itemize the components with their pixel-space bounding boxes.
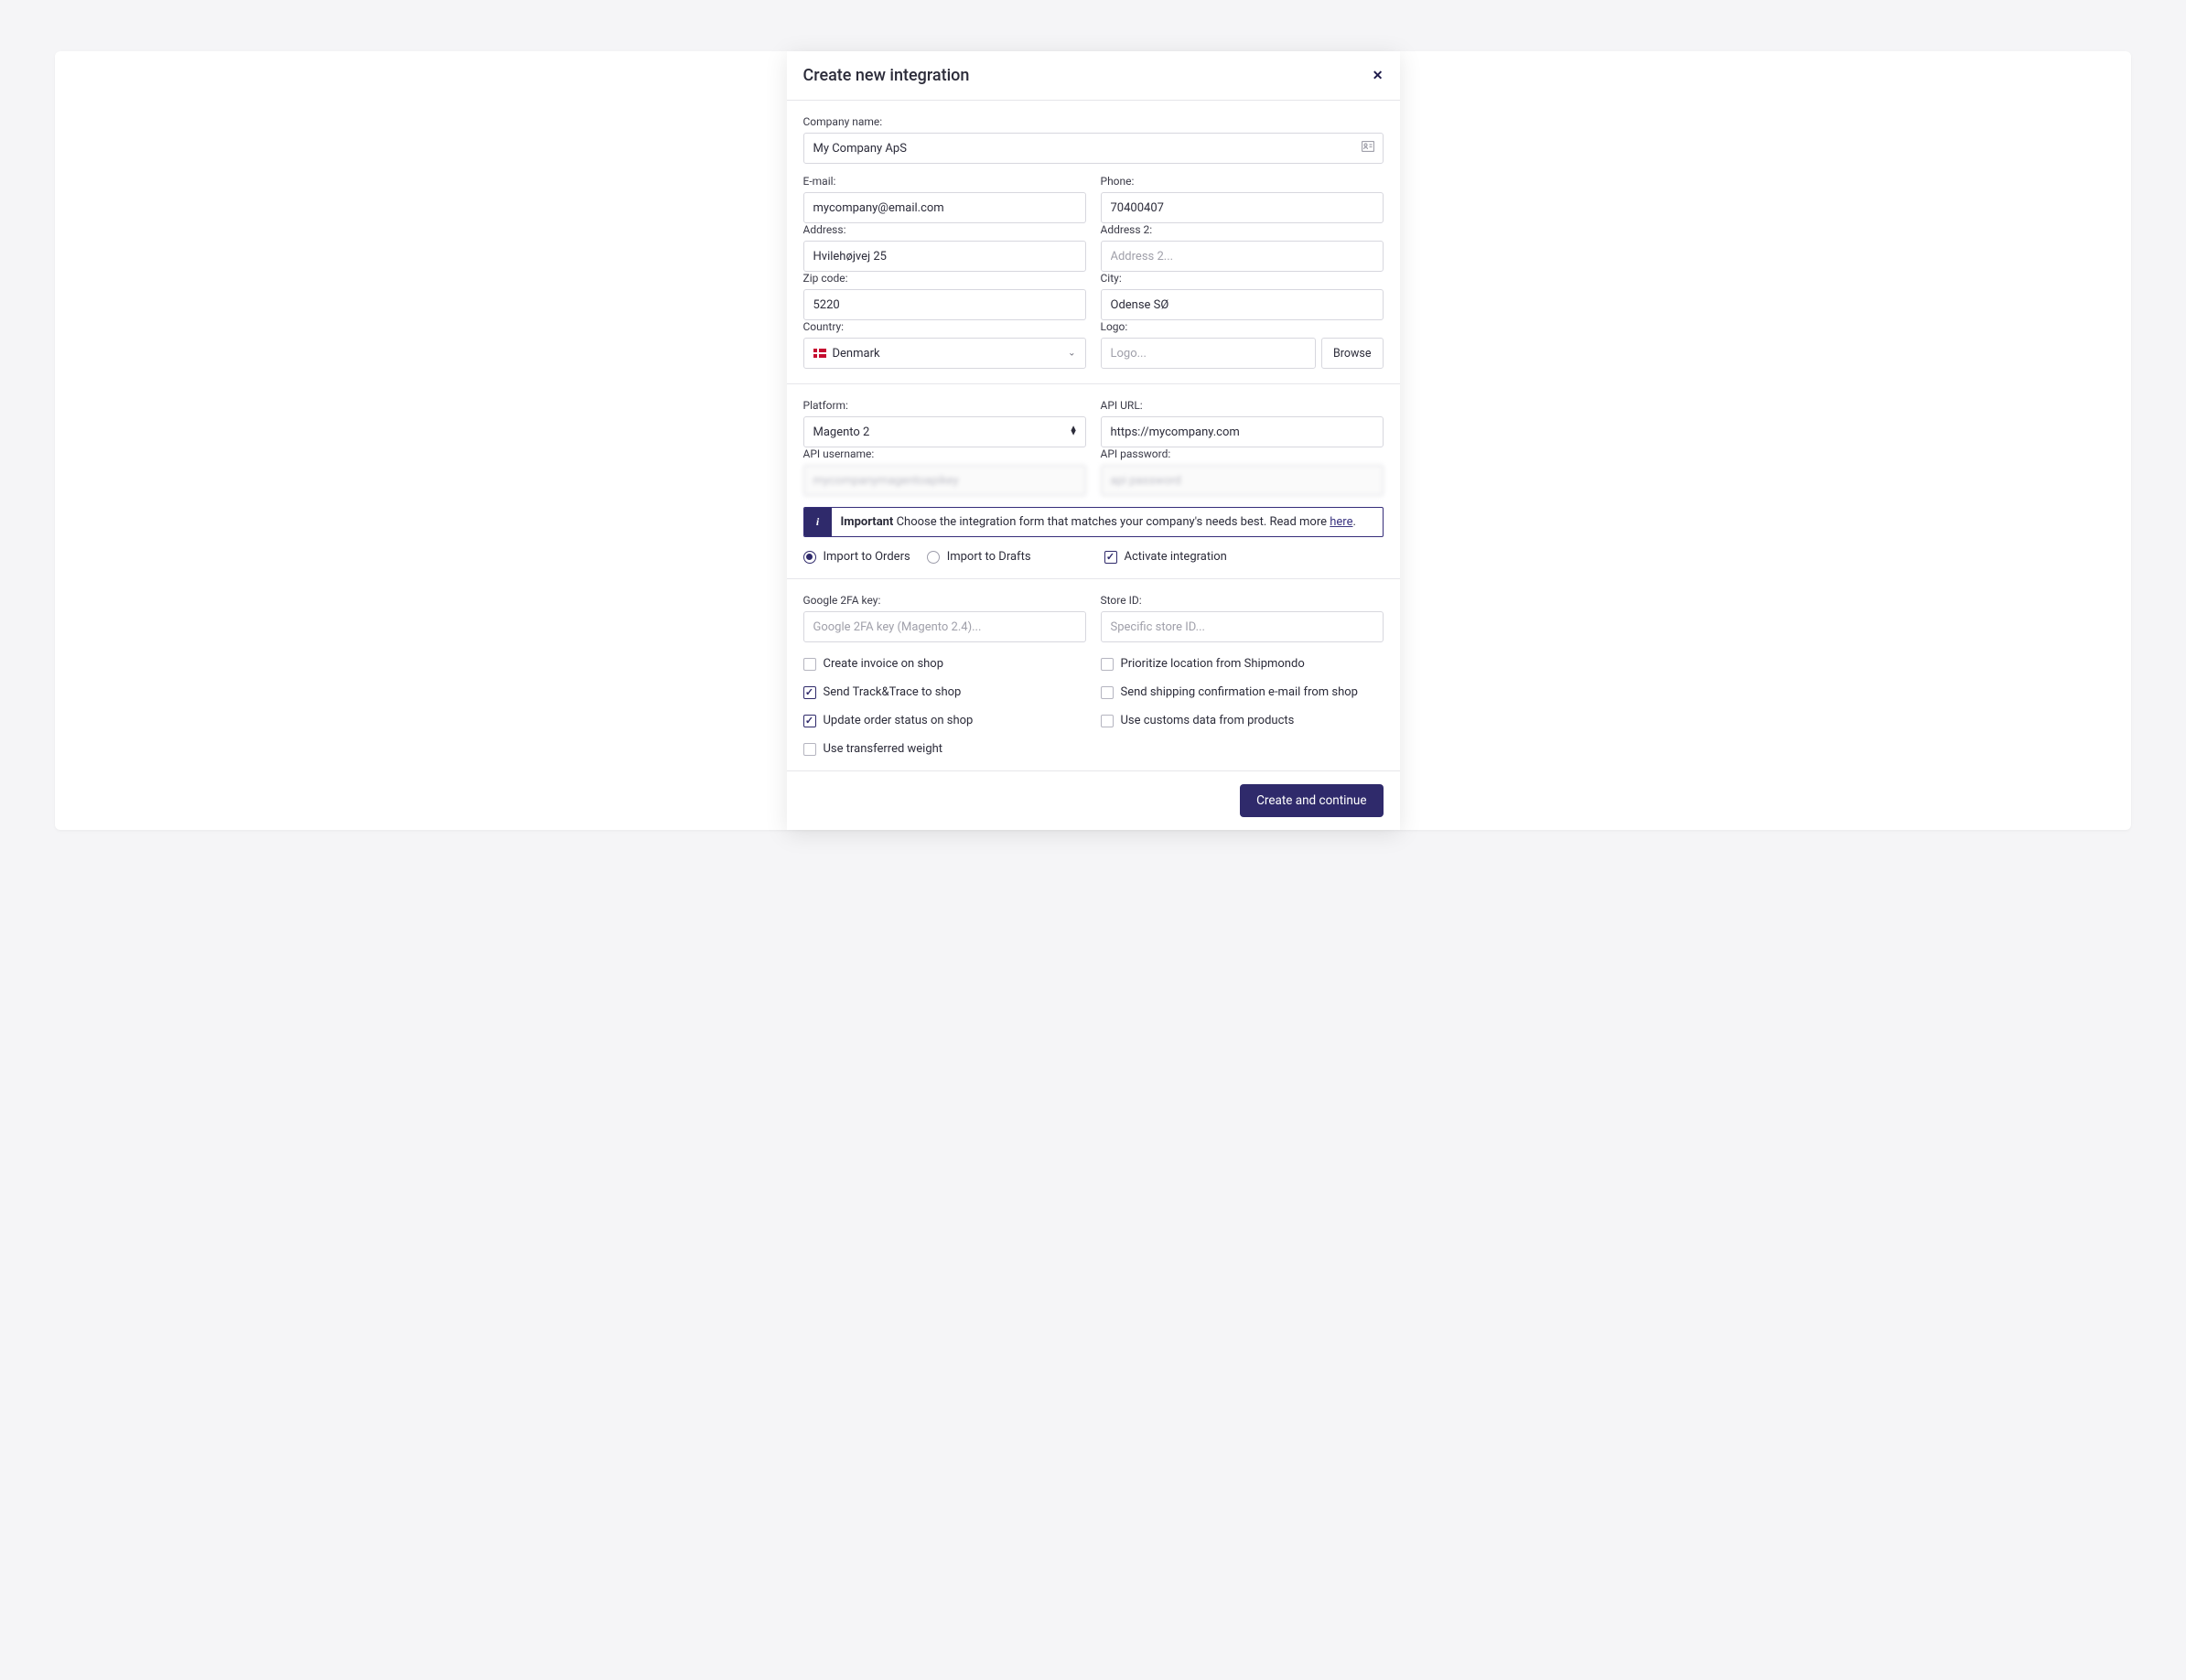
company-section: Company name: <box>787 101 1400 384</box>
store-id-input[interactable] <box>1101 611 1384 642</box>
city-label: City: <box>1101 272 1384 285</box>
api-username-input[interactable]: mycompanymagentoapikey <box>803 465 1086 496</box>
store-id-label: Store ID: <box>1101 594 1384 607</box>
send-track-checkbox[interactable]: ✓ Send Track&Trace to shop <box>803 685 1086 699</box>
activate-label: Activate integration <box>1125 550 1227 564</box>
chevron-down-icon: ⌄ <box>1068 349 1075 359</box>
checkbox-icon <box>1101 658 1114 671</box>
send-confirmation-label: Send shipping confirmation e-mail from s… <box>1121 685 1358 699</box>
prioritize-location-checkbox[interactable]: Prioritize location from Shipmondo <box>1101 657 1384 671</box>
browse-button[interactable]: Browse <box>1321 338 1384 369</box>
zip-label: Zip code: <box>803 272 1086 285</box>
update-status-label: Update order status on shop <box>824 714 974 727</box>
prioritize-location-label: Prioritize location from Shipmondo <box>1121 657 1305 671</box>
use-customs-checkbox[interactable]: Use customs data from products <box>1101 714 1384 727</box>
flag-dk-icon <box>813 349 826 358</box>
backdrop-card: Create new integration ✕ Company name: <box>55 51 2131 830</box>
checkbox-icon <box>1101 715 1114 727</box>
close-icon[interactable]: ✕ <box>1373 70 1384 82</box>
country-select[interactable]: Denmark ⌄ <box>803 338 1086 369</box>
info-period: . <box>1352 515 1355 529</box>
checkbox-checked-icon: ✓ <box>803 715 816 727</box>
radio-unselected-icon <box>927 551 940 564</box>
phone-label: Phone: <box>1101 175 1384 188</box>
google-2fa-input[interactable] <box>803 611 1086 642</box>
company-name-label: Company name: <box>803 115 1384 128</box>
email-label: E-mail: <box>803 175 1086 188</box>
use-weight-label: Use transferred weight <box>824 742 943 756</box>
country-value: Denmark <box>833 347 880 361</box>
logo-input[interactable] <box>1101 338 1316 369</box>
info-link[interactable]: here <box>1330 515 1352 529</box>
zip-input[interactable] <box>803 289 1086 320</box>
modal-header: Create new integration ✕ <box>787 51 1400 101</box>
info-banner: i Important Choose the integration form … <box>803 507 1384 537</box>
import-to-drafts-radio[interactable]: Import to Drafts <box>927 550 1031 564</box>
platform-section: Platform: Magento 2 ▲▼ API URL: <box>787 384 1400 579</box>
company-name-input[interactable] <box>803 133 1384 164</box>
update-status-checkbox[interactable]: ✓ Update order status on shop <box>803 714 1086 727</box>
modal-title: Create new integration <box>803 66 970 85</box>
contact-card-icon <box>1362 141 1374 156</box>
city-input[interactable] <box>1101 289 1384 320</box>
platform-label: Platform: <box>803 399 1086 412</box>
info-text: Important Choose the integration form th… <box>832 508 1383 536</box>
info-body: Choose the integration form that matches… <box>893 515 1330 529</box>
radio-selected-icon <box>803 551 816 564</box>
checkbox-icon <box>1101 686 1114 699</box>
checkbox-icon <box>803 658 816 671</box>
import-to-orders-radio[interactable]: Import to Orders <box>803 550 910 564</box>
email-input[interactable] <box>803 192 1086 223</box>
api-username-label: API username: <box>803 447 1086 460</box>
api-password-input[interactable]: api password <box>1101 465 1384 496</box>
logo-label: Logo: <box>1101 320 1384 333</box>
sort-arrows-icon: ▲▼ <box>1070 427 1078 437</box>
phone-input[interactable] <box>1101 192 1384 223</box>
import-drafts-label: Import to Drafts <box>947 550 1031 564</box>
send-confirmation-checkbox[interactable]: Send shipping confirmation e-mail from s… <box>1101 685 1384 699</box>
address2-label: Address 2: <box>1101 223 1384 236</box>
checkbox-icon <box>803 743 816 756</box>
use-customs-label: Use customs data from products <box>1121 714 1295 727</box>
address2-input[interactable] <box>1101 241 1384 272</box>
create-integration-modal: Create new integration ✕ Company name: <box>787 51 1400 830</box>
create-continue-button[interactable]: Create and continue <box>1240 784 1383 817</box>
api-password-label: API password: <box>1101 447 1384 460</box>
import-orders-label: Import to Orders <box>824 550 910 564</box>
google-2fa-label: Google 2FA key: <box>803 594 1086 607</box>
address-label: Address: <box>803 223 1086 236</box>
api-url-label: API URL: <box>1101 399 1384 412</box>
options-section: Google 2FA key: Store ID: Create invoice… <box>787 579 1400 771</box>
modal-footer: Create and continue <box>787 771 1400 830</box>
create-invoice-label: Create invoice on shop <box>824 657 944 671</box>
address-input[interactable] <box>803 241 1086 272</box>
info-icon: i <box>804 508 832 536</box>
use-weight-checkbox[interactable]: Use transferred weight <box>803 742 1086 756</box>
country-label: Country: <box>803 320 1086 333</box>
create-invoice-checkbox[interactable]: Create invoice on shop <box>803 657 1086 671</box>
platform-value: Magento 2 <box>813 425 870 439</box>
platform-select[interactable]: Magento 2 ▲▼ <box>803 416 1086 447</box>
info-strong: Important <box>841 515 894 529</box>
api-url-input[interactable] <box>1101 416 1384 447</box>
activate-integration-checkbox[interactable]: ✓ Activate integration <box>1104 550 1384 564</box>
checkbox-checked-icon: ✓ <box>803 686 816 699</box>
send-track-label: Send Track&Trace to shop <box>824 685 962 699</box>
checkbox-checked-icon: ✓ <box>1104 551 1117 564</box>
